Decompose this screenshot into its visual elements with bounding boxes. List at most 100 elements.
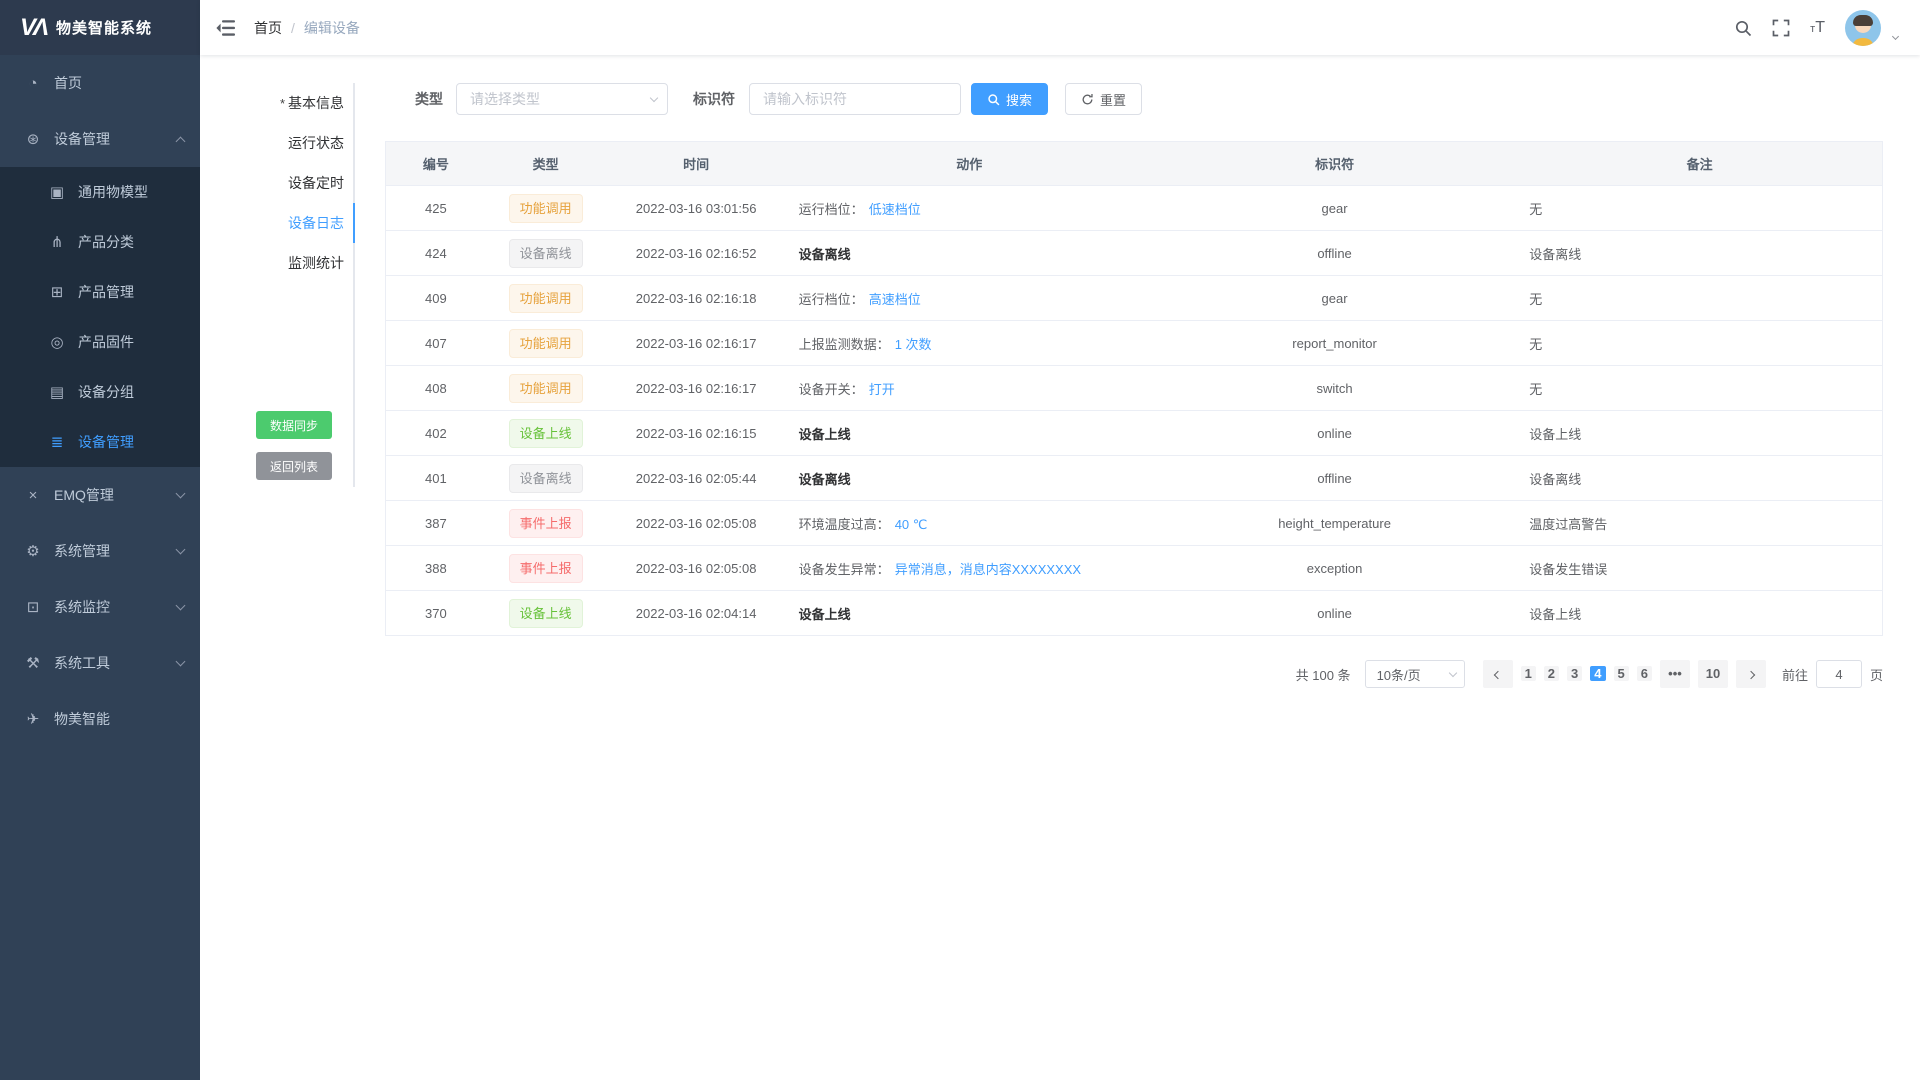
sidebar-item-1[interactable]: ⊛ 设备管理 — [0, 111, 200, 167]
sidebar-item-4[interactable]: ⊞ 产品管理 — [0, 267, 200, 317]
sidebar-item-9[interactable]: ⚙ 系统管理 — [0, 523, 200, 579]
sidebar-item-3[interactable]: ⋔ 产品分类 — [0, 217, 200, 267]
action-link[interactable]: 打开 — [869, 382, 895, 397]
cell-remark: 设备上线 — [1517, 591, 1882, 636]
sidebar-item-12[interactable]: ✈ 物美智能 — [0, 691, 200, 747]
last-page-button[interactable]: 10 — [1698, 660, 1728, 688]
tab-3[interactable]: 设备日志 — [255, 203, 353, 243]
cell-type: 功能调用 — [486, 186, 606, 231]
cell-id: 387 — [386, 501, 486, 546]
cell-identifier: gear — [1152, 276, 1517, 321]
page-button-5[interactable]: 5 — [1614, 666, 1629, 681]
device-list-icon: ≣ — [46, 433, 68, 451]
type-filter-label: 类型 — [415, 89, 443, 109]
fullscreen-icon[interactable] — [1772, 19, 1790, 37]
collapse-sidebar-icon[interactable] — [216, 19, 236, 37]
tab-0[interactable]: *基本信息 — [255, 83, 353, 123]
table-row: 388 事件上报 2022-03-16 02:05:08 设备发生异常：异常消息… — [386, 546, 1883, 591]
chevron-down-icon — [176, 545, 186, 555]
page-button-2[interactable]: 2 — [1544, 666, 1559, 681]
action-link[interactable]: 低速档位 — [869, 202, 921, 217]
cell-type: 设备上线 — [486, 591, 606, 636]
page-button-1[interactable]: 1 — [1521, 666, 1536, 681]
log-type-tag: 设备离线 — [509, 464, 583, 493]
goto-unit-label: 页 — [1870, 665, 1883, 684]
cell-id: 407 — [386, 321, 486, 366]
sidebar-item-2[interactable]: ▣ 通用物模型 — [0, 167, 200, 217]
back-to-list-button[interactable]: 返回列表 — [256, 452, 332, 480]
sidebar-item-0[interactable]: ◔ 首页 — [0, 55, 200, 111]
action-link[interactable]: 40 ℃ — [895, 517, 928, 532]
data-sync-button[interactable]: 数据同步 — [256, 411, 332, 439]
page-button-4[interactable]: 4 — [1590, 666, 1605, 681]
breadcrumb-separator: / — [291, 20, 295, 36]
table-row: 424 设备离线 2022-03-16 02:16:52 设备离线 offlin… — [386, 231, 1883, 276]
sidebar-item-11[interactable]: ⚒ 系统工具 — [0, 635, 200, 691]
page-button-6[interactable]: 6 — [1637, 666, 1652, 681]
reset-button[interactable]: 重置 — [1065, 83, 1142, 115]
action-link[interactable]: 高速档位 — [869, 292, 921, 307]
identifier-input[interactable]: 请输入标识符 — [749, 83, 961, 115]
header-identifier: 标识符 — [1152, 142, 1517, 186]
sidebar-item-5[interactable]: ◎ 产品固件 — [0, 317, 200, 367]
cell-action: 设备上线 — [787, 591, 1152, 636]
cell-action: 上报监测数据：1 次数 — [787, 321, 1152, 366]
cell-type: 功能调用 — [486, 276, 606, 321]
prev-page-button[interactable] — [1483, 660, 1513, 688]
cell-action: 设备开关：打开 — [787, 366, 1152, 411]
action-link[interactable]: 异常消息，消息内容XXXXXXXX — [895, 562, 1081, 577]
logo-mark-icon: VΛ — [20, 14, 46, 42]
action-link[interactable]: 1 次数 — [895, 337, 932, 352]
cell-time: 2022-03-16 02:16:17 — [606, 321, 787, 366]
log-filter-form: 类型 请选择类型 标识符 请输入标识符 搜索 — [385, 83, 1883, 115]
device-tabs: *基本信息 运行状态 设备定时 设备日志 监测统计 数据同步 返回列表 — [255, 83, 355, 487]
type-select[interactable]: 请选择类型 — [456, 83, 668, 115]
cell-time: 2022-03-16 02:05:08 — [606, 501, 787, 546]
page-size-select[interactable]: 10条/页 — [1365, 660, 1465, 688]
font-size-icon[interactable]: тT — [1810, 20, 1825, 36]
next-page-button[interactable] — [1736, 660, 1766, 688]
chevron-down-icon — [176, 489, 186, 499]
breadcrumb-home-link[interactable]: 首页 — [254, 18, 282, 38]
sidebar-menu: ◔ 首页 ⊛ 设备管理 ▣ 通用物模型 ⋔ 产品分类 ⊞ 产品管理 ◎ 产品固件… — [0, 55, 200, 1080]
cell-id: 401 — [386, 456, 486, 501]
log-type-tag: 设备离线 — [509, 239, 583, 268]
user-menu-caret-icon[interactable] — [1893, 26, 1898, 44]
cell-remark: 设备离线 — [1517, 231, 1882, 276]
tab-4[interactable]: 监测统计 — [255, 243, 353, 283]
cell-remark: 温度过高警告 — [1517, 501, 1882, 546]
tab-1[interactable]: 运行状态 — [255, 123, 353, 163]
cell-action: 环境温度过高：40 ℃ — [787, 501, 1152, 546]
goto-page-input[interactable] — [1816, 660, 1862, 688]
page-button-3[interactable]: 3 — [1567, 666, 1582, 681]
chevron-up-icon — [176, 136, 186, 146]
log-type-tag: 设备上线 — [509, 599, 583, 628]
required-asterisk: * — [280, 96, 285, 111]
log-type-tag: 功能调用 — [509, 194, 583, 223]
more-pages-button[interactable]: ••• — [1660, 660, 1690, 688]
cell-identifier: offline — [1152, 456, 1517, 501]
device-manage-icon: ⊛ — [22, 130, 44, 148]
cell-action: 设备发生异常：异常消息，消息内容XXXXXXXX — [787, 546, 1152, 591]
search-icon[interactable] — [1734, 19, 1752, 37]
navbar-right: тT — [1734, 10, 1898, 46]
sidebar-item-6[interactable]: ▤ 设备分组 — [0, 367, 200, 417]
avatar[interactable] — [1845, 10, 1881, 46]
search-button-icon — [987, 93, 1000, 106]
cell-remark: 无 — [1517, 321, 1882, 366]
cell-time: 2022-03-16 03:01:56 — [606, 186, 787, 231]
log-type-tag: 事件上报 — [509, 509, 583, 538]
tab-2[interactable]: 设备定时 — [255, 163, 353, 203]
product-category-icon: ⋔ — [46, 233, 68, 251]
table-row: 402 设备上线 2022-03-16 02:16:15 设备上线 online… — [386, 411, 1883, 456]
identifier-filter-label: 标识符 — [693, 89, 735, 109]
sidebar-item-8[interactable]: × EMQ管理 — [0, 467, 200, 523]
app-logo: VΛ 物美智能系统 — [0, 0, 200, 55]
search-button[interactable]: 搜索 — [971, 83, 1048, 115]
goto-page: 前往 页 — [1782, 660, 1883, 688]
table-row: 407 功能调用 2022-03-16 02:16:17 上报监测数据：1 次数… — [386, 321, 1883, 366]
sidebar-item-7[interactable]: ≣ 设备管理 — [0, 417, 200, 467]
sidebar-item-10[interactable]: ⊡ 系统监控 — [0, 579, 200, 635]
cell-remark: 设备发生错误 — [1517, 546, 1882, 591]
cell-identifier: online — [1152, 411, 1517, 456]
